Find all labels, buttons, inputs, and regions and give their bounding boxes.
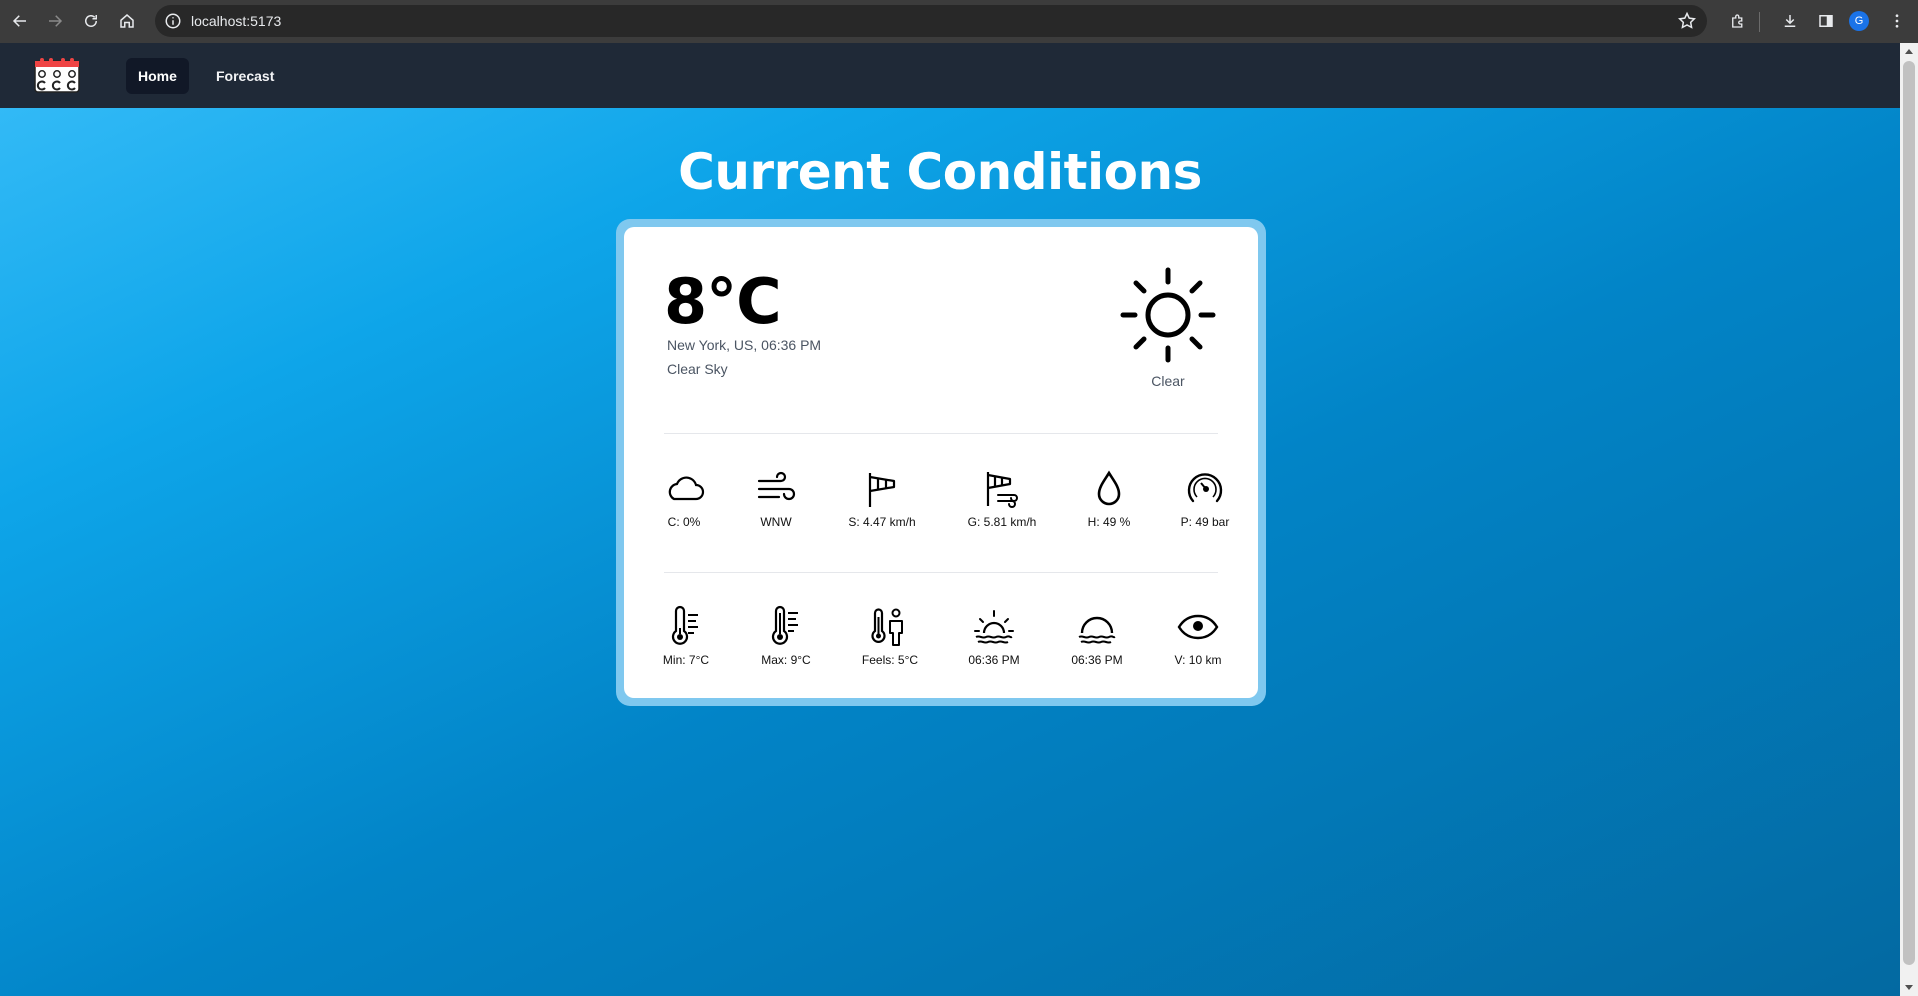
max-temp-label: Max: 9°C (761, 653, 811, 667)
raindrop-icon (1097, 470, 1121, 506)
side-panel-icon (1819, 15, 1833, 27)
humidity-item: H: 49 % (1059, 467, 1159, 529)
address-bar[interactable]: localhost:5173 (155, 5, 1707, 37)
max-temp-item: Max: 9°C (736, 605, 836, 667)
weather-description: Clear Sky (667, 361, 728, 377)
sunset-label: 06:36 PM (1071, 653, 1123, 667)
pressure-label: P: 49 bar (1180, 515, 1230, 529)
divider (664, 572, 1218, 573)
scrollbar-thumb[interactable] (1903, 61, 1915, 965)
thermometer-low-icon (671, 605, 698, 645)
downloads-button[interactable] (1772, 3, 1808, 39)
extensions-button[interactable] (1720, 3, 1756, 39)
sunrise-label: 06:36 PM (968, 653, 1020, 667)
wind-gust-label: G: 5.81 km/h (967, 515, 1037, 529)
browser-menu-button[interactable] (1879, 3, 1915, 39)
home-button[interactable] (109, 3, 145, 39)
feels-like-item: Feels: 5°C (840, 605, 940, 667)
condition-label: Clear (1151, 373, 1185, 389)
app-navbar: Home Forecast (0, 43, 1900, 108)
browser-toolbar: localhost:5173 G (0, 0, 1918, 43)
wind-icon (757, 471, 796, 501)
feels-like-label: Feels: 5°C (861, 653, 919, 667)
arrow-left-icon (12, 15, 26, 27)
wind-gust-icon (986, 472, 1018, 508)
kebab-menu-icon (1895, 14, 1899, 28)
min-temp-item: Min: 7°C (636, 605, 736, 667)
wind-direction-item: WNW (726, 467, 826, 529)
site-info-icon[interactable] (164, 12, 182, 30)
scroll-up-arrow-icon[interactable] (1905, 49, 1913, 54)
forward-button[interactable] (37, 3, 73, 39)
eye-icon (1177, 614, 1219, 640)
puzzle-icon (1732, 14, 1743, 28)
visibility-item: V: 10 km (1148, 605, 1248, 667)
barometer-icon (1187, 473, 1223, 503)
wind-speed-label: S: 4.47 km/h (848, 515, 916, 529)
page-title: Current Conditions (678, 143, 1202, 201)
humidity-label: H: 49 % (1087, 515, 1131, 529)
bookmark-star-icon[interactable] (1677, 11, 1697, 31)
sun-icon (1120, 267, 1216, 363)
reload-button[interactable] (73, 3, 109, 39)
arrow-right-icon (49, 15, 63, 27)
wind-speed-item: S: 4.47 km/h (832, 467, 932, 529)
details-row-1: C: 0% WNW S: 4.47 km/h G: 5.81 km/h H: 4… (664, 467, 1229, 537)
nav-home[interactable]: Home (126, 58, 189, 94)
visibility-label: V: 10 km (1174, 653, 1222, 667)
sunrise-item: 06:36 PM (944, 605, 1044, 667)
weather-card-frame: 8°C New York, US, 06:36 PM Clear Sky Cle… (616, 219, 1266, 706)
cloud-cover-label: C: 0% (667, 515, 701, 529)
url-text[interactable]: localhost:5173 (191, 13, 281, 29)
back-button[interactable] (2, 3, 38, 39)
app-logo-icon[interactable] (34, 57, 80, 93)
details-row-2: Min: 7°C Max: 9°C Feels: 5°C 06:36 PM 06… (663, 605, 1221, 675)
cloud-cover-item: C: 0% (634, 467, 734, 529)
thermometer-high-icon (771, 605, 798, 645)
page-viewport: Home Forecast Current Conditions 8°C New… (0, 43, 1900, 996)
current-temperature: 8°C (664, 265, 782, 338)
wind-gust-item: G: 5.81 km/h (952, 467, 1052, 529)
scroll-down-arrow-icon[interactable] (1905, 985, 1913, 990)
sunset-item: 06:36 PM (1047, 605, 1147, 667)
divider (664, 433, 1218, 434)
home-icon (120, 14, 134, 28)
profile-avatar[interactable]: G (1849, 11, 1869, 31)
sunrise-icon (974, 610, 1014, 644)
cloud-icon (668, 476, 705, 501)
windsock-icon (868, 473, 896, 507)
location-time: New York, US, 06:36 PM (667, 337, 822, 353)
wind-direction-label: WNW (760, 515, 792, 529)
sunset-icon (1078, 616, 1116, 644)
feels-like-icon (871, 608, 903, 646)
min-temp-label: Min: 7°C (662, 653, 710, 667)
reload-icon (85, 15, 97, 27)
weather-card: 8°C New York, US, 06:36 PM Clear Sky Cle… (624, 227, 1258, 698)
side-panel-button[interactable] (1808, 3, 1844, 39)
toolbar-separator (1759, 12, 1760, 32)
download-icon (1784, 15, 1796, 27)
page-scrollbar[interactable] (1900, 43, 1918, 996)
pressure-item: P: 49 bar (1155, 467, 1255, 529)
nav-forecast[interactable]: Forecast (204, 58, 286, 94)
